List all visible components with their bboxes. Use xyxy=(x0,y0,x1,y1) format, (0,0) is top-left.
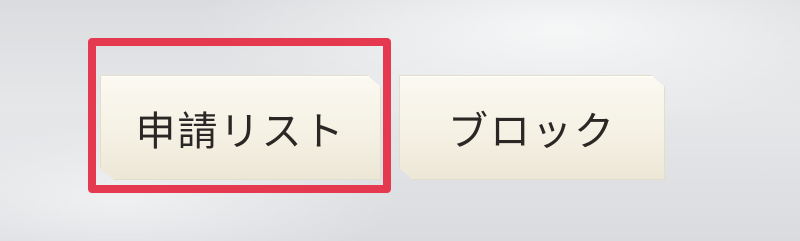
tab-request-list[interactable]: 申請リスト xyxy=(100,75,381,180)
tab-block[interactable]: ブロック xyxy=(399,75,665,180)
tab-bar: 申請リスト ブロック xyxy=(0,0,800,241)
tab-request-list-label: 申請リスト xyxy=(135,108,346,155)
tab-block-label: ブロック xyxy=(448,108,616,155)
